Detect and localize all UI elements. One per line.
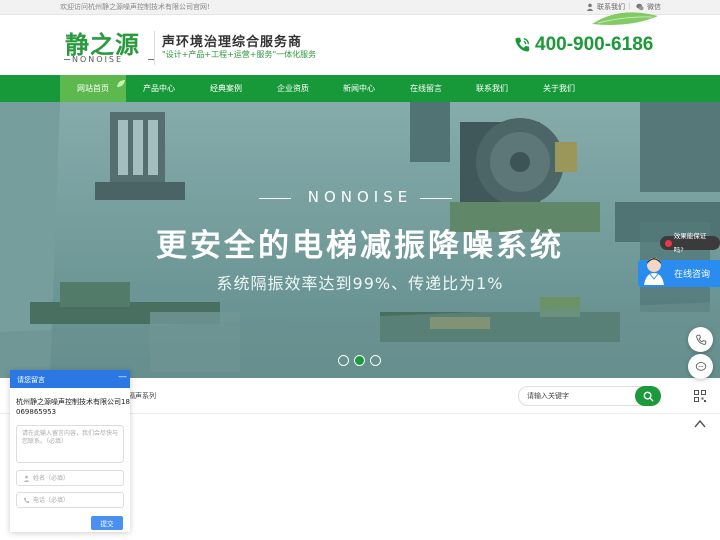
topbar-separator: |	[628, 2, 631, 10]
welcome-text: 欢迎访问杭州静之源噪声控制技术有限公司官网!	[60, 3, 210, 11]
message-textarea[interactable]	[16, 425, 124, 463]
main-nav: 网站首页 产品中心 经典案例 企业资质 新闻中心 在线留言 联系我们 关于我们	[0, 75, 720, 102]
leaf-decoration-icon	[592, 12, 658, 25]
qrcode-button[interactable]	[692, 388, 708, 404]
company-contact: 杭州静之源噪声控制技术有限公司18069865953	[16, 398, 130, 416]
chevron-up-icon	[694, 419, 706, 428]
nav-leaf-icon	[117, 80, 125, 87]
slogan-sub: "设计+产品+工程+运营+服务"一体化服务	[162, 50, 317, 59]
name-input[interactable]	[33, 471, 121, 485]
message-widget-header[interactable]: 请您留言 —	[10, 370, 130, 388]
nav-message[interactable]: 在线留言	[393, 75, 459, 102]
banner-brand: NONOISE	[307, 188, 413, 206]
slogan-main: 声环境治理综合服务商	[162, 35, 303, 50]
banner-title: 更安全的电梯减振降噪系统	[156, 228, 564, 264]
minimize-icon[interactable]: —	[118, 372, 127, 382]
nav-news[interactable]: 新闻中心	[326, 75, 392, 102]
heart-icon	[665, 239, 672, 247]
person-icon	[23, 475, 30, 482]
nav-contact[interactable]: 联系我们	[459, 75, 525, 102]
agent-avatar	[644, 258, 664, 285]
breadcrumb[interactable]: 隔声系列	[128, 391, 156, 401]
phone-outline-icon	[695, 334, 706, 345]
nav-about[interactable]: 关于我们	[526, 75, 592, 102]
tooltip-text: 效果能保证吗?	[673, 232, 707, 254]
logo-english: NONOISE	[72, 55, 124, 64]
chat-bubble-icon	[695, 361, 706, 371]
hero-banner[interactable]: NONOISE 更安全的电梯减振降噪系统 系统隔振效率达到99%、传递比为1%	[0, 102, 720, 378]
carousel-dot-1[interactable]	[338, 355, 349, 366]
nav-qualifications[interactable]: 企业资质	[260, 75, 326, 102]
banner-subtitle: 系统隔振效率达到99%、传递比为1%	[216, 274, 504, 293]
search-box	[518, 386, 661, 406]
logo-rule-left	[64, 59, 70, 60]
phone-input[interactable]	[33, 493, 121, 507]
submit-button[interactable]: 提交	[91, 516, 123, 530]
message-widget-title: 请您留言	[17, 376, 45, 384]
tooltip-bubble[interactable]: 效果能保证吗?	[660, 232, 720, 254]
phone-icon	[515, 37, 530, 52]
hotline-number: 400-900-6186	[535, 34, 654, 55]
header-divider	[154, 31, 155, 65]
nav-cases[interactable]: 经典案例	[193, 75, 259, 102]
carousel-dots	[338, 355, 381, 366]
nav-products[interactable]: 产品中心	[126, 75, 192, 102]
search-icon	[643, 391, 654, 402]
name-field[interactable]	[16, 470, 124, 486]
qrcode-icon	[694, 390, 706, 402]
chat-float-button[interactable]	[688, 354, 713, 379]
online-consult-button[interactable]: 在线咨询	[638, 258, 720, 287]
message-widget: 请您留言 — 杭州静之源噪声控制技术有限公司18069865953 提交	[10, 370, 130, 532]
consult-label: 在线咨询	[674, 270, 711, 280]
handset-icon	[23, 497, 30, 504]
search-button[interactable]	[635, 386, 661, 406]
brand-rule-right	[420, 198, 452, 199]
carousel-dot-3[interactable]	[370, 355, 381, 366]
carousel-dot-2[interactable]	[354, 355, 365, 366]
phone-float-button[interactable]	[688, 327, 713, 352]
back-to-top-button[interactable]	[692, 416, 708, 432]
phone-field[interactable]	[16, 492, 124, 508]
search-input[interactable]	[519, 387, 635, 405]
